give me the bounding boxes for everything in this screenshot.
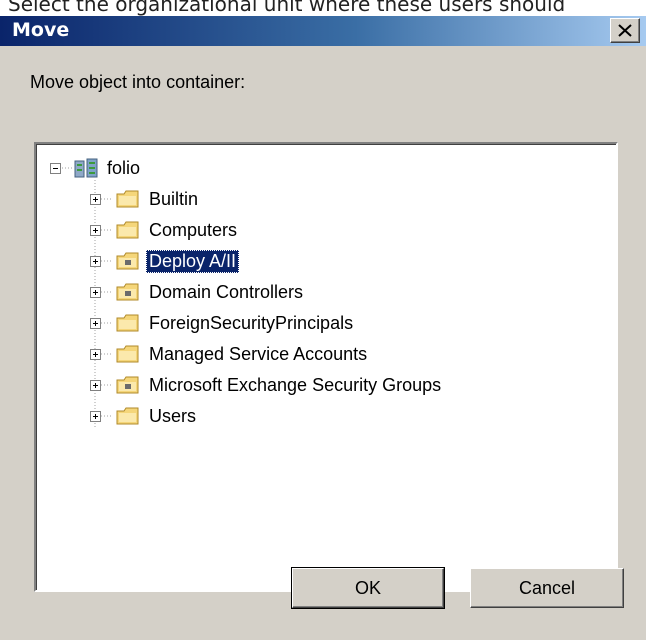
expand-toggle-icon[interactable]: [90, 317, 101, 329]
tree-node-label: folio: [107, 157, 141, 178]
close-button[interactable]: [610, 18, 640, 43]
tree-node-users[interactable]: Users: [90, 403, 199, 429]
ok-button[interactable]: OK: [291, 567, 445, 609]
tree-node-folio[interactable]: folio: [50, 155, 143, 181]
tree-node-label: Microsoft Exchange Security Groups: [149, 374, 442, 395]
tree-node-domain-controllers[interactable]: Domain Controllers: [90, 279, 306, 305]
expand-toggle-icon[interactable]: [90, 410, 101, 422]
ou-folder-icon: [116, 250, 142, 272]
tree-node-deploy-a-ii[interactable]: Deploy A/II: [90, 248, 240, 274]
folder-icon: [116, 343, 142, 365]
move-prompt-label: Move object into container:: [30, 72, 246, 92]
tree-node-computers[interactable]: Computers: [90, 217, 240, 243]
background-instruction-text: Select the organizational unit where the…: [8, 0, 566, 16]
background-window-text-strip: Select the organizational unit where the…: [0, 0, 646, 16]
tree-node-label: Builtin: [149, 188, 199, 209]
domain-icon: [74, 157, 100, 179]
ou-folder-icon: [116, 374, 142, 396]
close-icon: [618, 24, 632, 37]
window-title: Move: [12, 19, 70, 41]
folder-icon: [116, 188, 142, 210]
tree-node-microsoft-exchange-security-groups[interactable]: Microsoft Exchange Security Groups: [90, 372, 444, 398]
title-bar[interactable]: Move: [0, 16, 646, 46]
tree-node-foreign-security-principals[interactable]: ForeignSecurityPrincipals: [90, 310, 356, 336]
folder-icon: [116, 405, 142, 427]
expand-toggle-icon[interactable]: [90, 193, 101, 205]
tree-node-label: Computers: [149, 219, 238, 240]
tree-node-label: ForeignSecurityPrincipals: [149, 312, 354, 333]
expand-toggle-icon[interactable]: [90, 286, 101, 298]
collapse-toggle-icon[interactable]: [50, 162, 61, 174]
tree-node-managed-service-accounts[interactable]: Managed Service Accounts: [90, 341, 370, 367]
folder-icon: [116, 312, 142, 334]
expand-toggle-icon[interactable]: [90, 255, 101, 267]
container-tree-view[interactable]: folio Builtin Computers Deploy A/II Doma…: [34, 142, 618, 592]
tree-node-label-selected: Deploy A/II: [146, 249, 240, 273]
tree-node-label: Managed Service Accounts: [149, 343, 368, 364]
expand-toggle-icon[interactable]: [90, 379, 101, 391]
tree-node-label: Users: [149, 405, 197, 426]
tree-node-label: Domain Controllers: [149, 281, 304, 302]
expand-toggle-icon[interactable]: [90, 224, 101, 236]
cancel-button[interactable]: Cancel: [470, 568, 624, 608]
ou-folder-icon: [116, 281, 142, 303]
dialog-body: Move object into container: folio Builti…: [0, 46, 646, 640]
folder-icon: [116, 219, 142, 241]
expand-toggle-icon[interactable]: [90, 348, 101, 360]
tree-node-builtin[interactable]: Builtin: [90, 186, 201, 212]
